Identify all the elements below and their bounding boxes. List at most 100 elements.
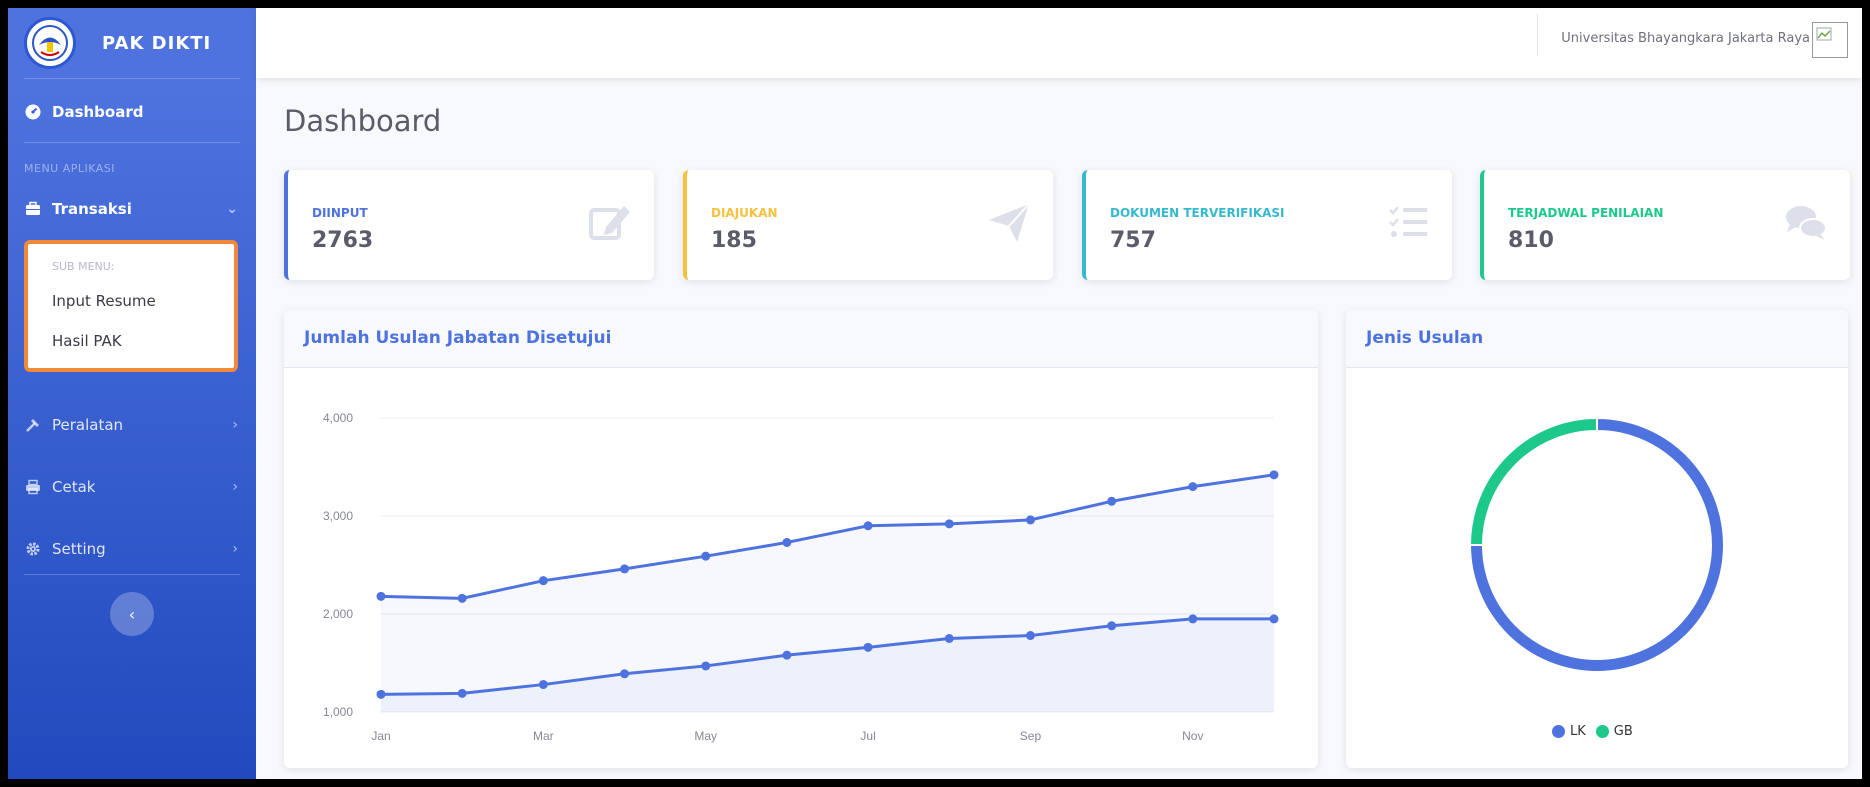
data-point (944, 519, 954, 529)
user-name[interactable]: Universitas Bhayangkara Jakarta Raya (1561, 31, 1810, 46)
data-point (1269, 470, 1279, 480)
sidebar-toggle-button[interactable]: ‹ (110, 592, 154, 636)
avatar[interactable] (1812, 22, 1848, 58)
legend-label: LK (1570, 724, 1586, 739)
tachometer-icon (24, 103, 42, 121)
x-tick-label: Nov (1182, 729, 1203, 743)
card-title: Jenis Usulan (1366, 328, 1484, 348)
card-header: Jumlah Usulan Jabatan Disetujui (284, 310, 1318, 368)
sidebar-item-label: Transaksi (52, 200, 132, 218)
x-tick-label: Jan (371, 729, 390, 743)
gear-icon (24, 540, 42, 558)
x-tick-label: Mar (533, 729, 554, 743)
line-chart: 1,000 2,000 3,000 4,000 Jan Mar May Jul Sep Nov (323, 411, 1279, 743)
data-point (457, 688, 467, 698)
data-point (376, 689, 386, 699)
legend-swatch-gb (1595, 725, 1609, 738)
sidebar-item-transaksi[interactable]: Transaksi ⌄ (8, 189, 256, 229)
sidebar-item-cetak[interactable]: Cetak › (8, 467, 256, 507)
x-tick-label: Sep (1020, 729, 1042, 743)
y-tick-label: 3,000 (323, 509, 353, 523)
stat-card-dokumen-terverifikasi: DOKUMEN TERVERIFIKASI 757 (1082, 170, 1452, 280)
data-point (1107, 496, 1117, 506)
checklist-icon (1389, 206, 1427, 237)
stat-value: 185 (711, 228, 757, 253)
stat-card-diinput: DIINPUT 2763 (284, 170, 654, 280)
donut-chart-card: Jenis Usulan LK GB (1346, 310, 1848, 768)
comments-icon (1786, 206, 1827, 240)
data-point (863, 642, 873, 652)
sidebar-item-label: Setting (52, 540, 106, 558)
line-chart-card: Jumlah Usulan Jabatan Disetujui 1,000 2,0… (284, 310, 1318, 768)
data-point (1025, 631, 1035, 641)
stat-label: DIINPUT (312, 206, 368, 220)
stat-value: 2763 (312, 228, 374, 253)
stat-value: 810 (1508, 228, 1554, 253)
sidebar-item-label: Dashboard (52, 103, 144, 121)
data-point (782, 537, 792, 547)
x-tick-label: Jul (860, 729, 875, 743)
printer-icon (24, 478, 42, 496)
legend-label: GB (1613, 724, 1633, 739)
data-point (701, 661, 711, 671)
broken-image-icon (1816, 27, 1832, 41)
sidebar-item-peralatan[interactable]: Peralatan › (8, 405, 256, 445)
data-point (457, 593, 467, 603)
legend-swatch-lk (1552, 725, 1565, 738)
app-frame: PAK DIKTI Dashboard MENU APLIKASI Transa… (8, 8, 1862, 779)
sidebar-divider (24, 78, 240, 79)
briefcase-icon (24, 200, 42, 218)
data-point (944, 634, 954, 643)
chevron-right-icon: › (232, 417, 238, 433)
data-point (620, 564, 630, 574)
data-point (1188, 482, 1198, 492)
submenu-item-input-resume[interactable]: Input Resume (52, 292, 156, 310)
card-header: Jenis Usulan (1346, 310, 1848, 368)
stat-label: TERJADWAL PENILAIAN (1508, 206, 1664, 220)
hammer-icon (24, 416, 42, 434)
donut-slice-gb[interactable] (1468, 416, 1598, 546)
sidebar-item-label: Cetak (52, 478, 96, 496)
submenu-item-hasil-pak[interactable]: Hasil PAK (52, 332, 122, 350)
data-point (538, 576, 548, 586)
data-point (1188, 614, 1198, 624)
sidebar-heading: MENU APLIKASI (24, 162, 116, 175)
chevron-right-icon: › (232, 479, 238, 495)
stat-label: DIAJUKAN (711, 206, 778, 220)
data-point (1269, 614, 1279, 624)
page-title: Dashboard (284, 104, 442, 138)
y-tick-label: 1,000 (323, 705, 353, 719)
submenu-heading: SUB MENU: (52, 260, 115, 273)
submenu-panel: SUB MENU: Input Resume Hasil PAK (24, 240, 238, 372)
sidebar-item-setting[interactable]: Setting › (8, 529, 256, 569)
sidebar-item-label: Peralatan (52, 416, 124, 434)
y-tick-label: 2,000 (323, 607, 353, 621)
sidebar-divider (24, 142, 240, 143)
card-title: Jumlah Usulan Jabatan Disetujui (304, 328, 612, 348)
stat-value: 757 (1110, 228, 1156, 253)
chevron-right-icon: › (232, 541, 238, 557)
sidebar-divider (24, 574, 240, 575)
x-tick-label: May (694, 729, 717, 743)
topbar-divider (1537, 14, 1538, 56)
sidebar-brand[interactable]: PAK DIKTI (8, 8, 256, 78)
stat-label: DOKUMEN TERVERIFIKASI (1110, 206, 1285, 220)
data-point (701, 551, 711, 561)
chart-legend: LK GB (1552, 724, 1633, 739)
topbar: Universitas Bhayangkara Jakarta Raya (256, 8, 1862, 78)
data-point (863, 521, 873, 531)
y-tick-label: 4,000 (323, 411, 353, 425)
sidebar-item-dashboard[interactable]: Dashboard (8, 92, 256, 132)
data-point (782, 650, 792, 660)
sidebar: PAK DIKTI Dashboard MENU APLIKASI Transa… (8, 8, 256, 779)
donut-chart (1468, 416, 1725, 673)
stat-card-terjadwal-penilaian: TERJADWAL PENILAIAN 810 (1480, 170, 1850, 280)
data-point (620, 669, 630, 679)
edit-icon (589, 206, 630, 240)
paper-plane-icon (989, 203, 1030, 242)
tut-wuri-logo-icon (24, 17, 76, 69)
stat-card-diajukan: DIAJUKAN 185 (683, 170, 1053, 280)
data-point (1107, 621, 1117, 631)
data-point (538, 680, 548, 690)
chevron-left-icon: ‹ (128, 604, 136, 624)
